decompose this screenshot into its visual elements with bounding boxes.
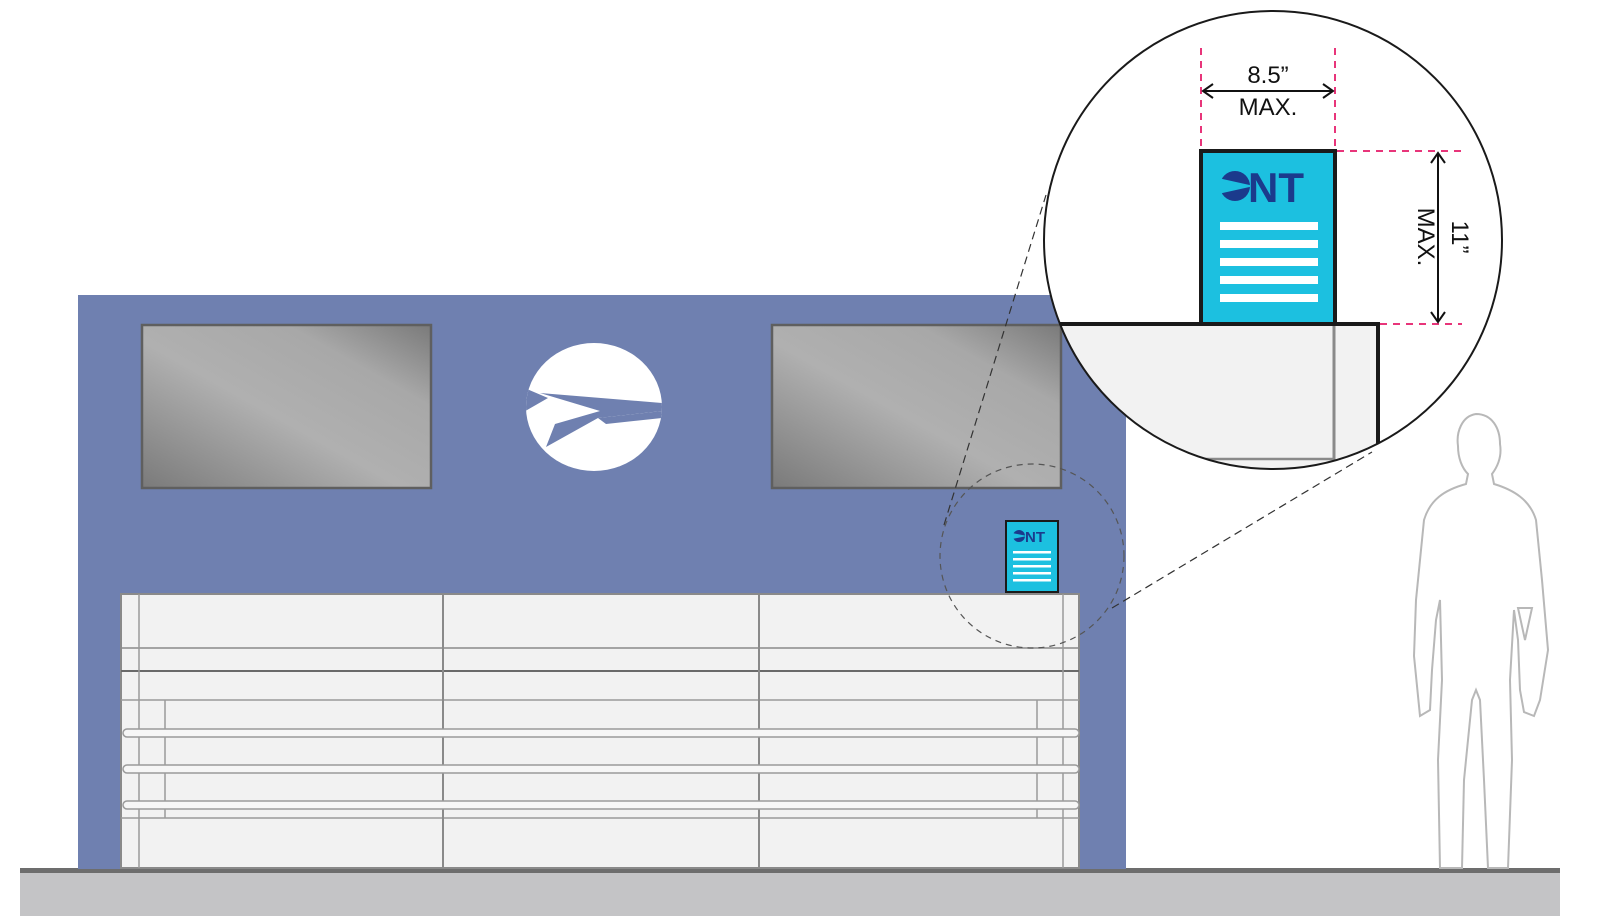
counter-rail-middle bbox=[122, 764, 1080, 774]
counter-sign-large: NT bbox=[1199, 149, 1337, 326]
height-dimension-value: 11” bbox=[1446, 221, 1473, 254]
display-screen-right bbox=[770, 323, 1063, 490]
counter-elevation-diagram: NT NT 8.5” MAX. 11” MAX. bbox=[20, 10, 1560, 916]
human-scale-figure bbox=[1412, 412, 1550, 869]
sign-logo-text-small: NT bbox=[1025, 529, 1045, 546]
width-dimension-value: 8.5” bbox=[1247, 62, 1288, 89]
display-screen-left bbox=[140, 323, 433, 490]
service-counter bbox=[120, 593, 1080, 869]
counter-rail-top bbox=[122, 728, 1080, 738]
width-dimension-label: MAX. bbox=[1239, 94, 1298, 121]
sign-logo-text-large: NT bbox=[1248, 164, 1304, 211]
floor bbox=[20, 868, 1560, 916]
counter-rail-bottom bbox=[122, 800, 1080, 810]
counter-sign-small: NT bbox=[1005, 520, 1059, 593]
height-dimension-label: MAX. bbox=[1412, 208, 1439, 267]
